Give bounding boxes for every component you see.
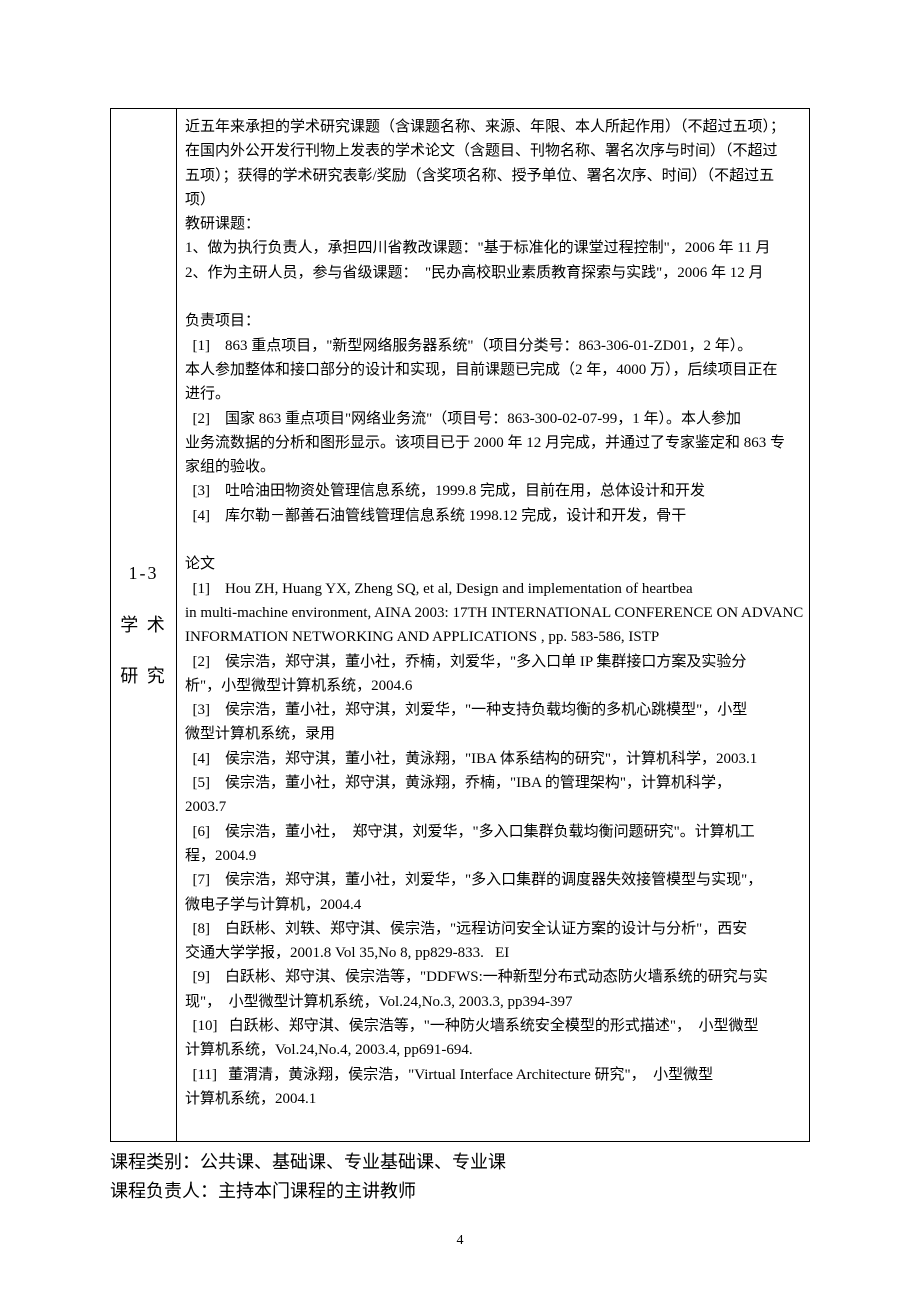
section-title-line2: 研 究 xyxy=(120,655,167,698)
project-item: [2] 国家 863 重点项目"网络业务流"（项目号：863-300-02-07… xyxy=(185,407,801,431)
paper-item: in multi-machine environment, AINA 2003:… xyxy=(185,601,801,625)
intro-text: 项） xyxy=(185,188,801,212)
paper-item: 计算机系统，Vol.24,No.4, 2003.4, pp691-694. xyxy=(185,1038,801,1062)
paper-item: [11] 董渭清，黄泳翔，侯宗浩，"Virtual Interface Arch… xyxy=(185,1063,801,1087)
paper-item: INFORMATION NETWORKING AND APPLICATIONS … xyxy=(185,625,801,649)
paper-item: 微型计算机系统，录用 xyxy=(185,722,801,746)
section-content-cell: 近五年来承担的学术研究课题（含课题名称、来源、年限、本人所起作用）（不超过五项）… xyxy=(177,109,810,1142)
footnote-course-category: 课程类别：公共课、基础课、专业基础课、专业课 xyxy=(110,1148,810,1177)
project-item: 本人参加整体和接口部分的设计和实现，目前课题已完成（2 年，4000 万），后续… xyxy=(185,358,801,382)
project-item: [3] 吐哈油田物资处管理信息系统，1999.8 完成，目前在用，总体设计和开发 xyxy=(185,479,801,503)
paper-item: [8] 白跃彬、刘轶、郑守淇、侯宗浩，"远程访问安全认证方案的设计与分析"，西安 xyxy=(185,917,801,941)
paper-item: [7] 侯宗浩，郑守淇，董小社，刘爱华，"多入口集群的调度器失效接管模型与实现"… xyxy=(185,868,801,892)
page-number: 4 xyxy=(0,1229,920,1252)
teaching-topics-heading: 教研课题： xyxy=(185,212,801,236)
paper-item: 析"，小型微型计算机系统，2004.6 xyxy=(185,674,801,698)
project-item: [4] 库尔勒－鄯善石油管线管理信息系统 1998.12 完成，设计和开发，骨干 xyxy=(185,504,801,528)
intro-text: 近五年来承担的学术研究课题（含课题名称、来源、年限、本人所起作用）（不超过五项）… xyxy=(185,115,801,139)
section-title-line1: 学 术 xyxy=(120,604,167,647)
paper-item: [10] 白跃彬、郑守淇、侯宗浩等，"一种防火墙系统安全模型的形式描述"， 小型… xyxy=(185,1014,801,1038)
blank-line xyxy=(185,1111,801,1135)
project-item: 业务流数据的分析和图形显示。该项目已于 2000 年 12 月完成，并通过了专家… xyxy=(185,431,801,455)
projects-heading: 负责项目： xyxy=(185,309,801,333)
academic-research-table: 1-3 学 术 研 究 近五年来承担的学术研究课题（含课题名称、来源、年限、本人… xyxy=(110,108,810,1142)
paper-item: 现"， 小型微型计算机系统，Vol.24,No.3, 2003.3, pp394… xyxy=(185,990,801,1014)
teaching-topic-item: 2、作为主研人员，参与省级课题： "民办高校职业素质教育探索与实践"，2006 … xyxy=(185,261,801,285)
paper-item: [4] 侯宗浩，郑守淇，董小社，黄泳翔，"IBA 体系结构的研究"，计算机科学，… xyxy=(185,747,801,771)
papers-heading: 论文 xyxy=(185,552,801,576)
project-item: [1] 863 重点项目，"新型网络服务器系统"（项目分类号：863-306-0… xyxy=(185,334,801,358)
blank-line xyxy=(185,285,801,309)
paper-item: 微电子学与计算机，2004.4 xyxy=(185,893,801,917)
section-number: 1-3 xyxy=(129,552,159,595)
project-item: 进行。 xyxy=(185,382,801,406)
paper-item: 2003.7 xyxy=(185,795,801,819)
paper-item: 交通大学学报，2001.8 Vol 35,No 8, pp829-833. EI xyxy=(185,941,801,965)
paper-item: [1] Hou ZH, Huang YX, Zheng SQ, et al, D… xyxy=(185,577,801,601)
section-label-cell: 1-3 学 术 研 究 xyxy=(111,109,177,1142)
paper-item: 程，2004.9 xyxy=(185,844,801,868)
teaching-topic-item: 1、做为执行负责人，承担四川省教改课题："基于标准化的课堂过程控制"，2006 … xyxy=(185,236,801,260)
paper-item: [6] 侯宗浩，董小社， 郑守淇，刘爱华，"多入口集群负载均衡问题研究"。计算机… xyxy=(185,820,801,844)
paper-item: [9] 白跃彬、郑守淇、侯宗浩等，"DDFWS:一种新型分布式动态防火墙系统的研… xyxy=(185,965,801,989)
intro-text: 五项）；获得的学术研究表彰/奖励（含奖项名称、授予单位、署名次序、时间）（不超过… xyxy=(185,164,801,188)
intro-text: 在国内外公开发行刊物上发表的学术论文（含题目、刊物名称、署名次序与时间）（不超过 xyxy=(185,139,801,163)
paper-item: [3] 侯宗浩，董小社，郑守淇，刘爱华，"一种支持负载均衡的多机心跳模型"，小型 xyxy=(185,698,801,722)
project-item: 家组的验收。 xyxy=(185,455,801,479)
paper-item: [2] 侯宗浩，郑守淇，董小社，乔楠，刘爱华，"多入口单 IP 集群接口方案及实… xyxy=(185,650,801,674)
blank-line xyxy=(185,528,801,552)
footnotes: 课程类别：公共课、基础课、专业基础课、专业课 课程负责人：主持本门课程的主讲教师 xyxy=(110,1148,810,1206)
paper-item: 计算机系统，2004.1 xyxy=(185,1087,801,1111)
footnote-course-leader: 课程负责人：主持本门课程的主讲教师 xyxy=(110,1177,810,1206)
paper-item: [5] 侯宗浩，董小社，郑守淇，黄泳翔，乔楠，"IBA 的管理架构"，计算机科学… xyxy=(185,771,801,795)
